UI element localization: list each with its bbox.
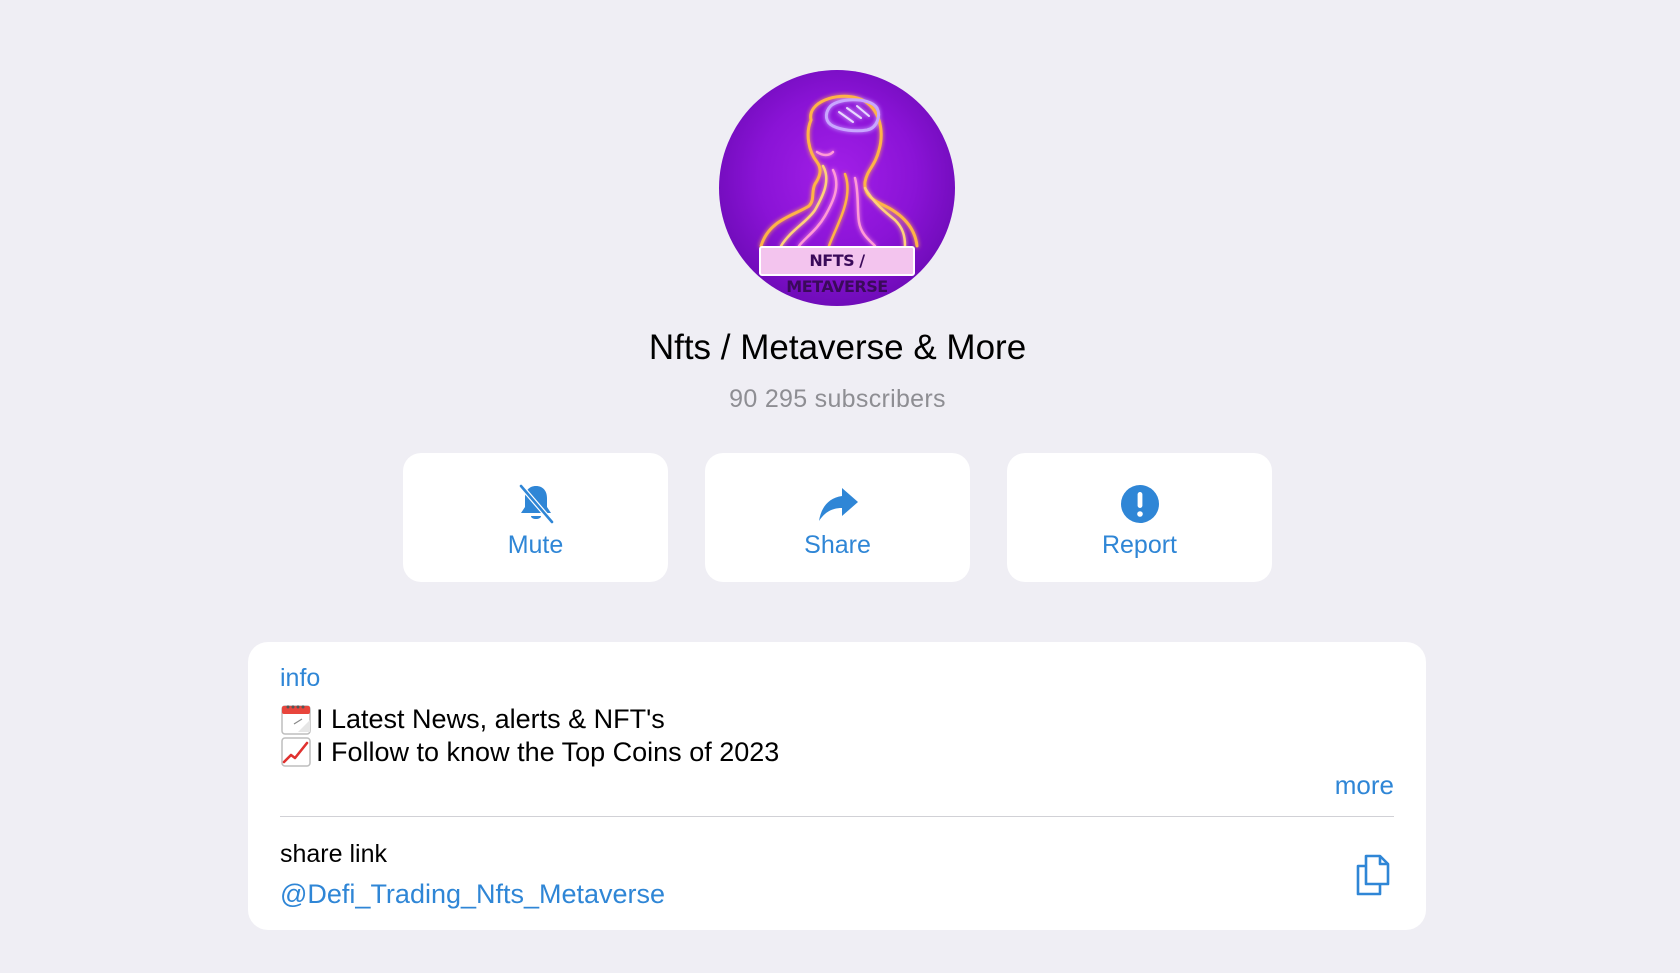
subscriber-count: 90 295 subscribers xyxy=(729,385,946,413)
mute-button[interactable]: Mute xyxy=(403,453,668,582)
info-line-text: I Latest News, alerts & NFT's xyxy=(316,703,665,734)
share-arrow-icon xyxy=(816,483,860,525)
report-label: Report xyxy=(1101,531,1178,559)
info-line: I Follow to know the Top Coins of 2023 xyxy=(280,735,779,769)
mute-label: Mute xyxy=(507,531,564,559)
action-bar: Mute Share Report xyxy=(403,453,1272,582)
report-button[interactable]: Report xyxy=(1007,453,1272,582)
info-line-text: I Follow to know the Top Coins of 2023 xyxy=(316,736,780,767)
avatar-badge-text: NFTS / METAVERSE xyxy=(759,246,915,296)
chart-increasing-emoji-icon xyxy=(280,735,312,769)
share-button[interactable]: Share xyxy=(705,453,970,582)
share-link-title: share link xyxy=(280,840,387,868)
info-line: I Latest News, alerts & NFT's xyxy=(280,702,665,736)
more-link[interactable]: more xyxy=(1335,770,1394,801)
channel-title: Nfts / Metaverse & More xyxy=(648,328,1027,367)
info-card: info I Latest News, alerts & NFT's I Fol… xyxy=(248,642,1426,930)
exclamation-circle-icon xyxy=(1120,483,1160,525)
calendar-emoji-icon xyxy=(280,702,312,736)
divider xyxy=(280,816,1394,817)
share-link-value[interactable]: @Defi_Trading_Nfts_Metaverse xyxy=(280,879,665,910)
info-label: info xyxy=(280,664,321,692)
bell-slash-icon xyxy=(516,483,556,525)
channel-avatar[interactable]: NFTS / METAVERSE xyxy=(719,70,955,306)
copy-icon[interactable] xyxy=(1350,852,1394,896)
share-label: Share xyxy=(804,531,871,559)
